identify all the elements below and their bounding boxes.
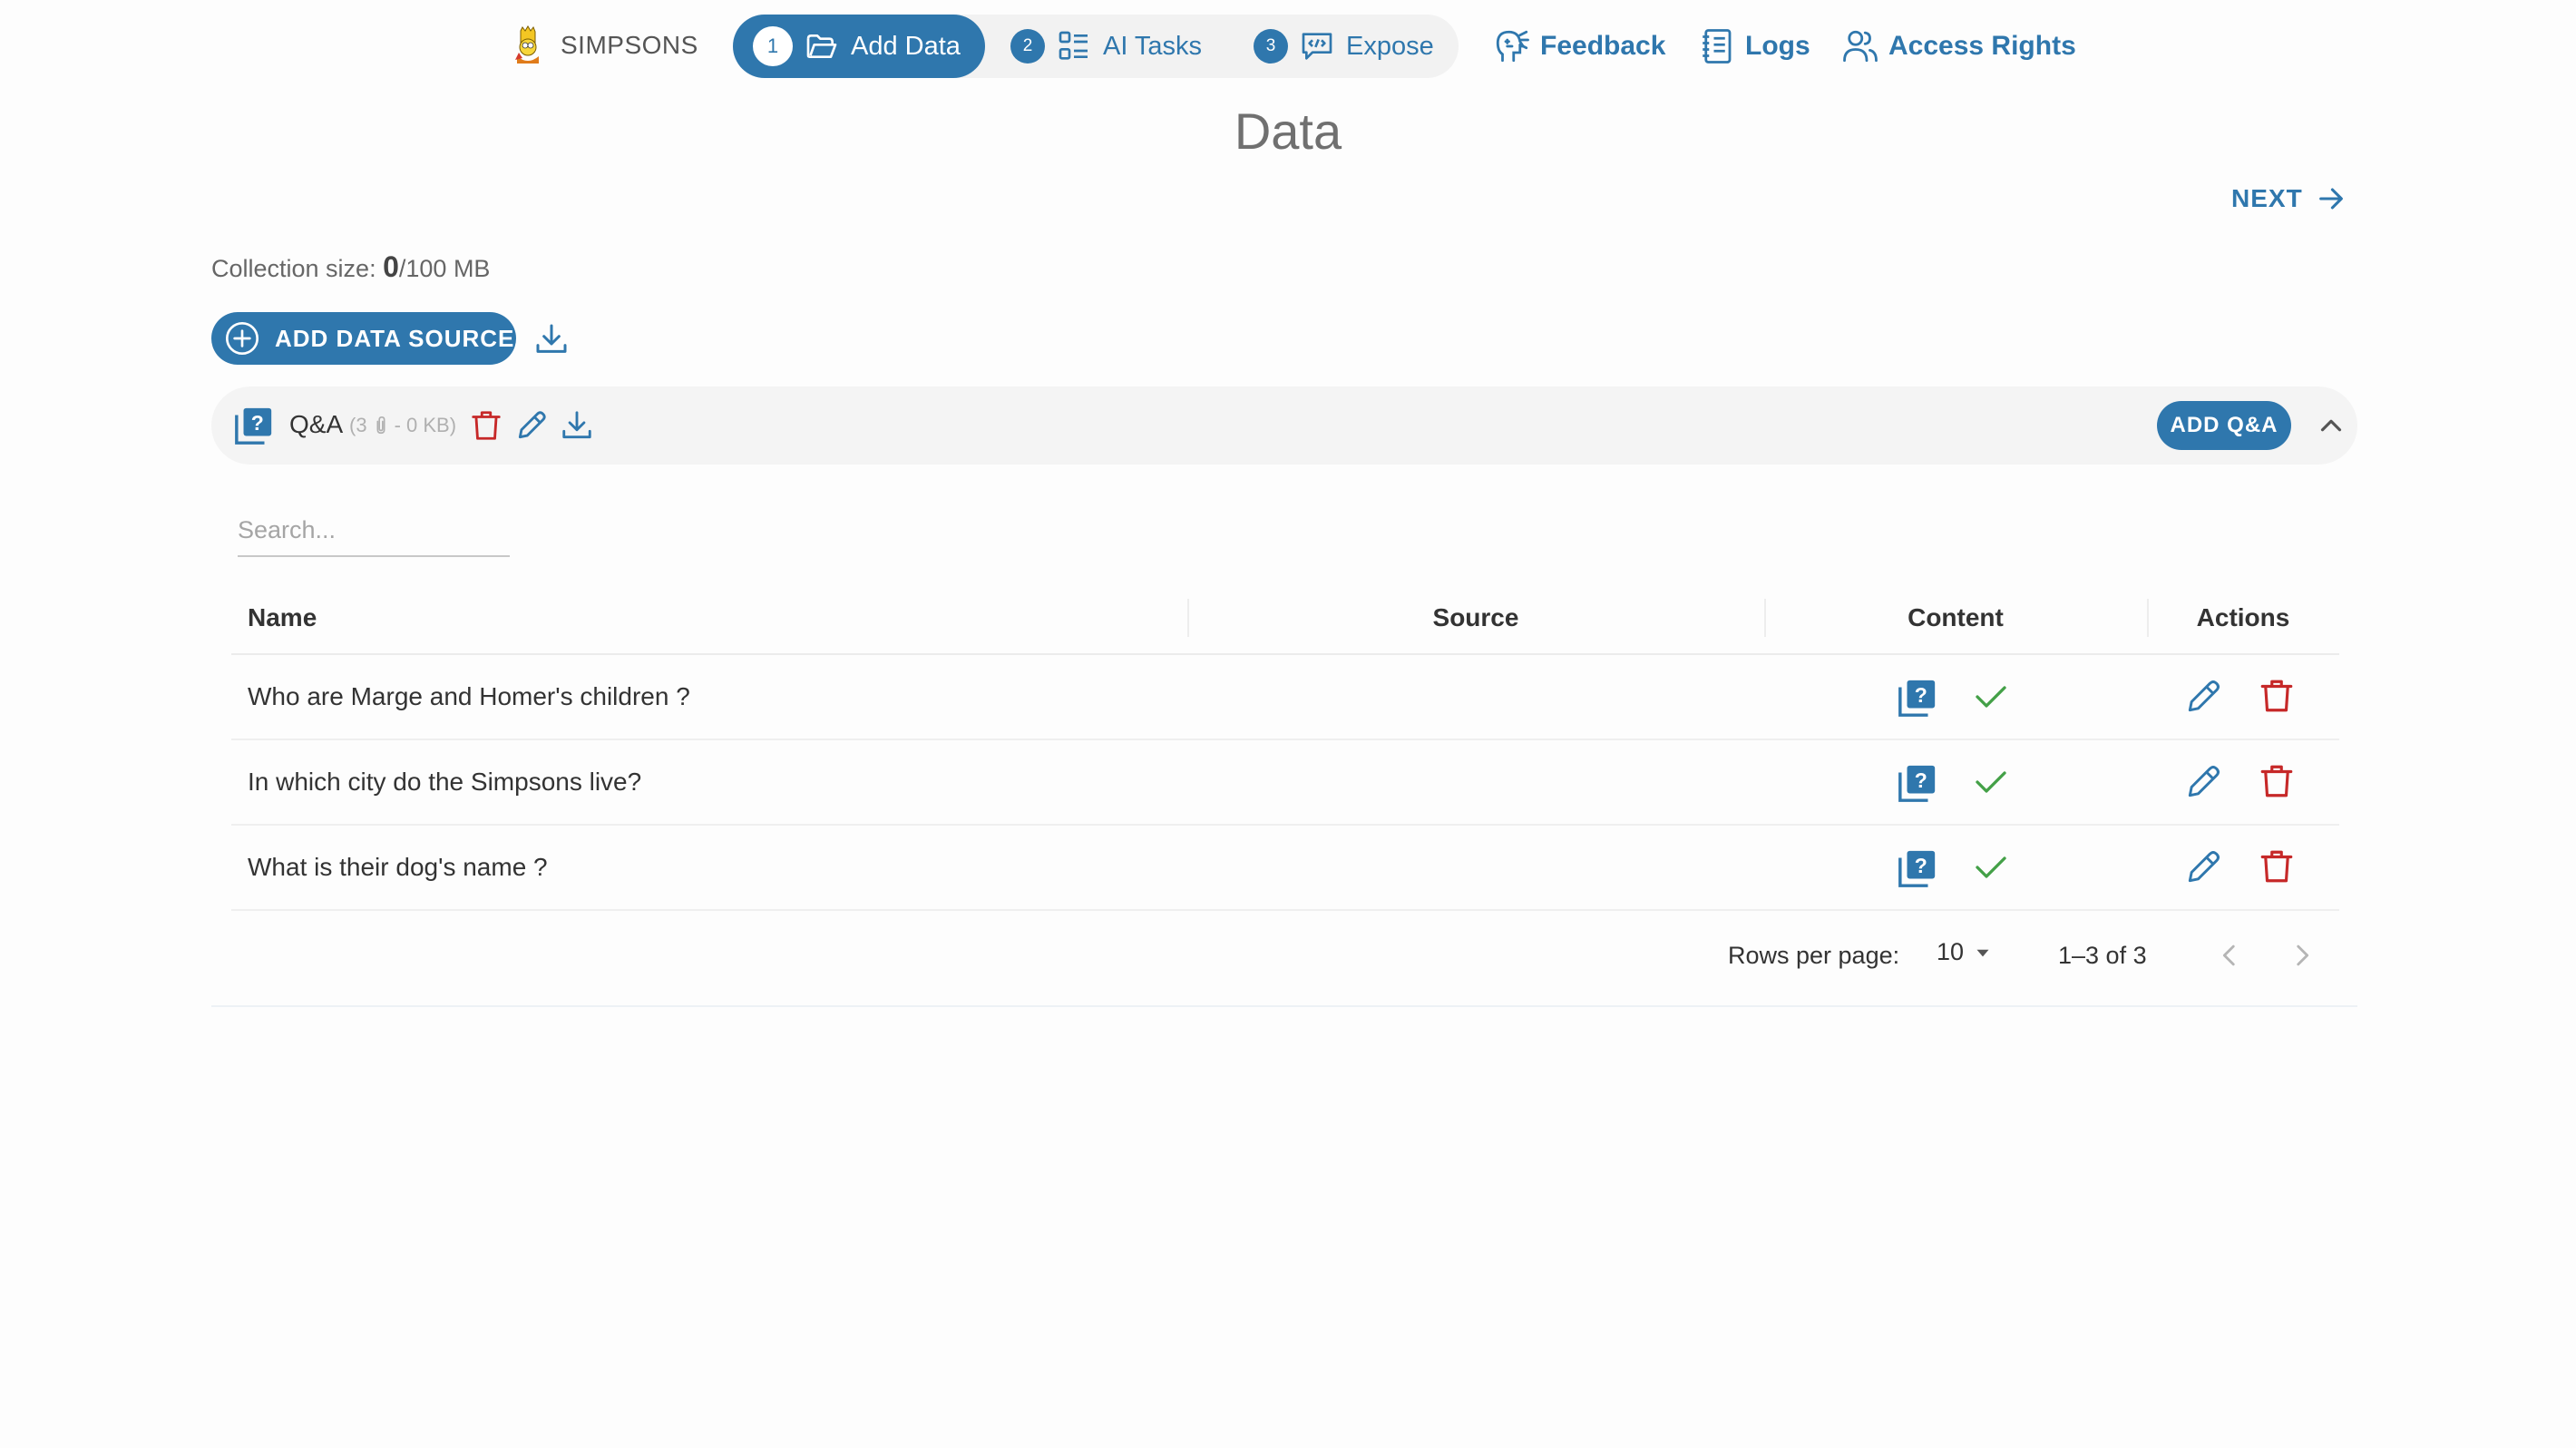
rows-per-page-label: Rows per page: bbox=[1728, 942, 1900, 969]
search-field bbox=[238, 508, 510, 557]
table-row[interactable]: Who are Marge and Homer's children ? ? bbox=[231, 655, 2339, 740]
collection-meta: (3 - 0 KB) bbox=[349, 414, 456, 437]
rows-per-page-select[interactable]: 10 bbox=[1937, 938, 1995, 966]
pencil-icon[interactable] bbox=[2183, 762, 2223, 802]
nav-link-label: Logs bbox=[1745, 31, 1810, 61]
svg-text:?: ? bbox=[1915, 854, 1927, 877]
svg-text:?: ? bbox=[251, 411, 264, 435]
step-label: AI Tasks bbox=[1103, 31, 1203, 61]
add-qa-button[interactable]: ADD Q&A bbox=[2157, 401, 2291, 450]
chevron-left-icon[interactable] bbox=[2214, 940, 2245, 971]
table-header: Name Source Content Actions bbox=[231, 581, 2339, 655]
row-question: Who are Marge and Homer's children ? bbox=[248, 682, 690, 710]
column-header-actions: Actions bbox=[2196, 603, 2290, 631]
top-navigation: SIMPSONS 1 Add Data 2 AI Tasks 3 Expose … bbox=[0, 0, 2576, 94]
page-range: 1–3 of 3 bbox=[2058, 942, 2147, 969]
qa-book-icon[interactable]: ? bbox=[1897, 677, 1938, 719]
qa-table: Name Source Content Actions Who are Marg… bbox=[231, 581, 2339, 1002]
svg-text:?: ? bbox=[1915, 768, 1927, 792]
step-label: Expose bbox=[1346, 31, 1434, 61]
trash-icon[interactable] bbox=[2258, 677, 2296, 715]
nav-feedback[interactable]: Feedback bbox=[1493, 27, 1665, 65]
qa-book-icon[interactable]: ? bbox=[1897, 847, 1938, 889]
pencil-icon[interactable] bbox=[514, 408, 549, 443]
trash-icon[interactable] bbox=[469, 408, 503, 443]
trash-icon[interactable] bbox=[2258, 762, 2296, 800]
next-label: NEXT bbox=[2231, 184, 2303, 212]
brand[interactable]: SIMPSONS bbox=[508, 25, 698, 65]
pagination: Rows per page: 10 1–3 of 3 bbox=[231, 911, 2339, 1002]
add-data-source-button[interactable]: ADD DATA SOURCE bbox=[211, 312, 516, 365]
folder-open-icon bbox=[806, 34, 837, 58]
table-row[interactable]: In which city do the Simpsons live? ? bbox=[231, 740, 2339, 826]
logs-notebook-icon bbox=[1703, 29, 1732, 64]
nav-link-label: Access Rights bbox=[1888, 31, 2076, 61]
search-input[interactable] bbox=[238, 508, 510, 552]
chevron-right-icon[interactable] bbox=[2287, 940, 2317, 971]
step-ai-tasks[interactable]: 2 AI Tasks bbox=[1010, 15, 1202, 78]
feedback-head-icon bbox=[1496, 30, 1529, 63]
pencil-icon[interactable] bbox=[2183, 847, 2223, 887]
table-row[interactable]: What is their dog's name ? ? bbox=[231, 826, 2339, 911]
add-data-source-label: ADD DATA SOURCE bbox=[275, 324, 515, 352]
check-icon bbox=[1976, 771, 2006, 793]
collection-size-limit: /100 MB bbox=[398, 255, 491, 282]
workflow-stepper: 1 Add Data 2 AI Tasks 3 Expose bbox=[733, 15, 1459, 78]
plus-circle-icon bbox=[226, 322, 259, 355]
brand-name: SIMPSONS bbox=[561, 31, 698, 59]
nav-link-label: Feedback bbox=[1540, 31, 1666, 61]
collection-name: Q&A bbox=[289, 410, 344, 438]
step-expose[interactable]: 3 Expose bbox=[1254, 15, 1434, 78]
rows-per-page-value: 10 bbox=[1937, 938, 1965, 965]
step-label: Add Data bbox=[851, 31, 961, 61]
trash-icon[interactable] bbox=[2258, 847, 2296, 885]
paperclip-icon bbox=[376, 416, 385, 435]
row-question: In which city do the Simpsons live? bbox=[248, 768, 642, 796]
row-question: What is their dog's name ? bbox=[248, 853, 548, 881]
collection-size-value: 0 bbox=[383, 250, 399, 283]
column-header-name[interactable]: Name bbox=[248, 581, 317, 655]
simpsons-logo-icon bbox=[515, 25, 539, 64]
step-number: 3 bbox=[1254, 29, 1288, 64]
svg-text:?: ? bbox=[1915, 683, 1927, 707]
list-icon bbox=[1059, 31, 1088, 60]
chat-code-icon bbox=[1302, 33, 1332, 60]
section-divider bbox=[211, 1005, 2357, 1007]
nav-logs[interactable]: Logs bbox=[1698, 27, 1810, 65]
qa-book-icon: ? bbox=[235, 407, 272, 445]
collection-header[interactable]: ? Q&A (3 - 0 KB) ADD Q&A bbox=[211, 386, 2357, 465]
step-add-data[interactable]: 1 Add Data bbox=[733, 15, 985, 78]
step-number: 2 bbox=[1010, 29, 1045, 64]
collection-size-label: Collection size: bbox=[211, 255, 376, 282]
column-header-content[interactable]: Content bbox=[1764, 581, 2147, 655]
users-icon bbox=[1843, 30, 1878, 63]
collection-meta-count: (3 bbox=[349, 414, 367, 436]
pencil-icon[interactable] bbox=[2183, 677, 2223, 717]
collection-meta-size: - 0 KB) bbox=[394, 414, 457, 436]
next-button[interactable]: NEXT bbox=[2231, 183, 2347, 214]
download-icon[interactable] bbox=[560, 408, 594, 443]
arrow-right-icon bbox=[2318, 188, 2343, 210]
download-icon[interactable] bbox=[533, 321, 570, 357]
caret-down-icon bbox=[1976, 949, 1989, 956]
collection-size: Collection size: 0/100 MB bbox=[211, 250, 490, 284]
check-icon bbox=[1976, 856, 2006, 878]
page-title: Data bbox=[1234, 103, 1342, 160]
nav-access-rights[interactable]: Access Rights bbox=[1841, 27, 2076, 65]
chevron-up-icon[interactable] bbox=[2314, 408, 2348, 443]
qa-book-icon[interactable]: ? bbox=[1897, 762, 1938, 804]
check-icon bbox=[1976, 686, 2006, 708]
step-number: 1 bbox=[753, 26, 793, 66]
column-header-source[interactable]: Source bbox=[1187, 581, 1764, 655]
